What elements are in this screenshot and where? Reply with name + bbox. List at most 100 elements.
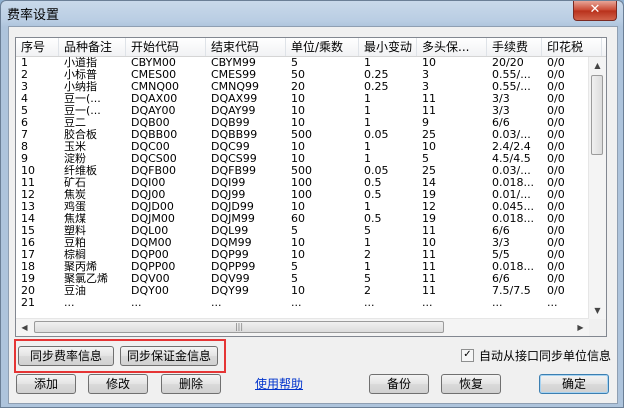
fee-table[interactable]: 序号 品种备注 开始代码 结束代码 单位/乘数 最小变动 多头保... 手续费 …: [15, 37, 607, 337]
table-cell: 5: [291, 261, 298, 273]
table-cell: 11: [422, 273, 436, 285]
table-cell: 20: [291, 81, 305, 93]
table-cell: 0/0: [547, 177, 565, 189]
table-row[interactable]: 15 塑料 DQL00 DQL99 5 5 11 6/6 0/0: [16, 225, 591, 237]
column-header-stamp-tax[interactable]: 印花税: [542, 38, 602, 56]
horizontal-scrollbar[interactable]: ◀ ||| ▶: [16, 318, 589, 336]
vertical-scrollbar[interactable]: ▲ ▼: [588, 57, 606, 319]
table-cell: 纤维板: [64, 165, 97, 177]
table-cell: 6/6: [492, 117, 510, 129]
table-row[interactable]: 18 聚丙烯 DQPP00 DQPP99 5 1 11 0.018... 0/0: [16, 261, 591, 273]
table-cell: 10: [291, 153, 305, 165]
table-cell: 9: [422, 117, 429, 129]
table-cell: 5: [422, 153, 429, 165]
table-cell: 7: [21, 129, 28, 141]
table-cell: 15: [21, 225, 35, 237]
table-row[interactable]: 2 小标普 CMES00 CMES99 50 0.25 3 0.55/... 0/0: [16, 69, 591, 81]
table-row[interactable]: 11 矿石 DQI00 DQI99 100 0.5 14 0.018... 0/0: [16, 177, 591, 189]
table-cell: 5: [364, 225, 371, 237]
table-cell: 12: [21, 189, 35, 201]
table-cell: 豆二: [64, 117, 86, 129]
table-cell: 20/20: [492, 57, 524, 69]
table-cell: 0/0: [547, 285, 565, 297]
table-cell: 0.55/...: [492, 69, 531, 81]
table-row[interactable]: 21........................: [16, 297, 591, 309]
table-cell: DQI00: [131, 177, 166, 189]
column-header-start-code[interactable]: 开始代码: [126, 38, 206, 56]
table-cell: 5: [21, 105, 28, 117]
table-row[interactable]: 4 豆一(... DQAX00 DQAX99 10 1 11 3/3 0/0: [16, 93, 591, 105]
restore-button[interactable]: 恢复: [441, 374, 501, 394]
table-row[interactable]: 1 小道指 CBYM00 CBYM99 5 1 10 20/20 0/0: [16, 57, 591, 69]
scroll-down-icon[interactable]: ▼: [589, 302, 606, 319]
ok-button[interactable]: 确定: [539, 374, 609, 394]
help-link[interactable]: 使用帮助: [255, 375, 303, 392]
table-cell: DQJD99: [211, 201, 254, 213]
column-header-unit[interactable]: 单位/乘数: [286, 38, 359, 56]
table-cell: ...: [492, 297, 503, 309]
horizontal-scroll-thumb[interactable]: |||: [34, 321, 444, 333]
table-row[interactable]: 20 豆油 DQY00 DQY99 10 2 11 7.5/7.5 0/0: [16, 285, 591, 297]
column-header-long-margin[interactable]: 多头保...: [417, 38, 487, 56]
table-row[interactable]: 5 豆一(... DQAY00 DQAY99 10 1 11 3/3 0/0: [16, 105, 591, 117]
table-cell: 聚丙烯: [64, 261, 97, 273]
table-row[interactable]: 3 小纳指 CMNQ00 CMNQ99 20 0.25 3 0.55/... 0/0: [16, 81, 591, 93]
table-cell: ...: [547, 297, 558, 309]
table-cell: 0.01/...: [492, 189, 531, 201]
table-row[interactable]: 6 豆二 DQB00 DQB99 10 1 9 6/6 0/0: [16, 117, 591, 129]
table-cell: 50: [291, 69, 305, 81]
table-cell: DQAX00: [131, 93, 178, 105]
scroll-up-icon[interactable]: ▲: [589, 57, 606, 74]
table-row[interactable]: 9 淀粉 DQCS00 DQCS99 10 1 5 4.5/4.5 0/0: [16, 153, 591, 165]
table-cell: 18: [21, 261, 35, 273]
table-cell: DQV99: [211, 273, 250, 285]
table-row[interactable]: 19 聚氯乙烯 DQV00 DQV99 5 5 11 6/6 0/0: [16, 273, 591, 285]
table-row[interactable]: 16 豆粕 DQM00 DQM99 10 1 10 3/3 0/0: [16, 237, 591, 249]
modify-button[interactable]: 修改: [88, 374, 148, 394]
sync-margin-button[interactable]: 同步保证金信息: [120, 346, 218, 366]
table-cell: CBYM00: [131, 57, 176, 69]
table-cell: 1: [21, 57, 28, 69]
table-row[interactable]: 8 玉米 DQC00 DQC99 10 1 10 2.4/2.4 0/0: [16, 141, 591, 153]
title-bar[interactable]: 费率设置 ✕: [1, 1, 623, 25]
table-row[interactable]: 10 纤维板 DQFB00 DQFB99 500 0.05 25 0.03/... 0/0: [16, 165, 591, 177]
table-cell: 0.25: [364, 81, 389, 93]
close-button[interactable]: ✕: [573, 1, 617, 21]
table-cell: 25: [422, 165, 436, 177]
column-header-end-code[interactable]: 结束代码: [206, 38, 286, 56]
scroll-right-icon[interactable]: ▶: [572, 319, 589, 336]
column-header-min-tick[interactable]: 最小变动: [359, 38, 417, 56]
column-header-commission[interactable]: 手续费: [487, 38, 542, 56]
table-cell: 0.045...: [492, 201, 534, 213]
table-cell: DQBB99: [211, 129, 258, 141]
table-row[interactable]: 7 胶合板 DQBB00 DQBB99 500 0.05 25 0.03/... 0/0: [16, 129, 591, 141]
sync-fee-button[interactable]: 同步费率信息: [18, 346, 114, 366]
table-cell: DQY00: [131, 285, 169, 297]
table-cell: 1: [364, 57, 371, 69]
delete-button[interactable]: 删除: [161, 374, 221, 394]
table-cell: 10: [422, 237, 436, 249]
table-cell: 3: [422, 69, 429, 81]
backup-button[interactable]: 备份: [369, 374, 429, 394]
table-cell: 60: [291, 213, 305, 225]
table-row[interactable]: 14 焦煤 DQJM00 DQJM99 60 0.5 19 0.018... 0/0: [16, 213, 591, 225]
table-cell: 0/0: [547, 237, 565, 249]
table-row[interactable]: 17 棕榈 DQP00 DQP99 10 2 11 5/5 0/0: [16, 249, 591, 261]
table-cell: 0.5: [364, 189, 382, 201]
column-header-index[interactable]: 序号: [16, 38, 59, 56]
table-cell: 豆粕: [64, 237, 86, 249]
scroll-left-icon[interactable]: ◀: [16, 319, 33, 336]
table-cell: DQAY99: [211, 105, 256, 117]
table-cell: DQV00: [131, 273, 170, 285]
add-button[interactable]: 添加: [16, 374, 76, 394]
column-header-remark[interactable]: 品种备注: [59, 38, 126, 56]
table-cell: 3: [422, 81, 429, 93]
table-cell: 豆一(...: [64, 105, 101, 117]
table-cell: 9: [21, 153, 28, 165]
table-row[interactable]: 12 焦炭 DQJ00 DQJ99 100 0.5 19 0.01/... 0/0: [16, 189, 591, 201]
auto-sync-checkbox[interactable]: ✓: [461, 349, 474, 362]
vertical-scroll-thumb[interactable]: [591, 75, 603, 155]
table-cell: DQY99: [211, 285, 249, 297]
table-cell: CMES00: [131, 69, 177, 81]
table-row[interactable]: 13 鸡蛋 DQJD00 DQJD99 10 1 12 0.045... 0/0: [16, 201, 591, 213]
